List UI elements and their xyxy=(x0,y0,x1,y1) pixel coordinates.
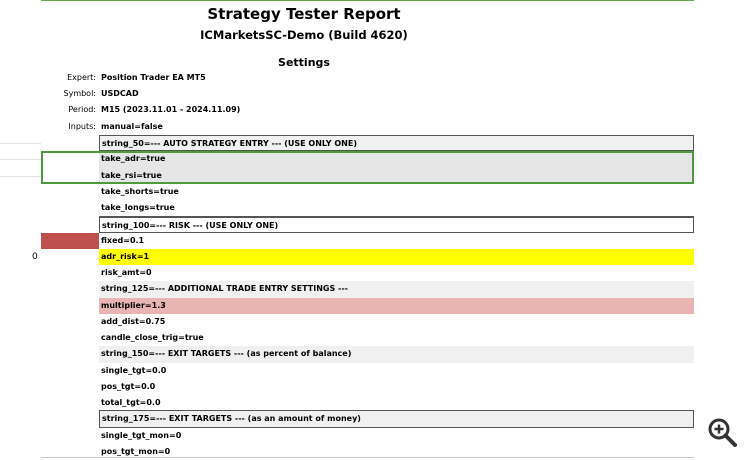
table-row: string_125=--- ADDITIONAL TRADE ENTRY SE… xyxy=(0,281,750,298)
table-row: fixed=0.1 xyxy=(0,232,750,249)
input-cell[interactable]: adr_risk=1 xyxy=(99,248,694,265)
table-row: single_tgt_mon=0 xyxy=(0,428,750,444)
table-row: add_dist=0.75 xyxy=(0,314,750,330)
table-row: pos_tgt=0.0 xyxy=(0,379,750,395)
input-cell[interactable]: string_50=--- AUTO STRATEGY ENTRY --- (U… xyxy=(99,135,694,152)
table-row: candle_close_trig=true xyxy=(0,330,750,346)
row-marker: 0 xyxy=(32,251,38,262)
gridline xyxy=(0,143,41,144)
gridline xyxy=(0,159,41,161)
info-key: Period: xyxy=(68,105,96,114)
input-cell[interactable]: string_100=--- RISK --- (USE ONLY ONE) xyxy=(99,216,694,233)
report-subtitle: ICMarketsSC-Demo (Build 4620) xyxy=(200,28,408,42)
input-cell[interactable]: multiplier=1.3 xyxy=(99,297,694,314)
input-cell[interactable]: candle_close_trig=true xyxy=(99,330,694,346)
input-cell[interactable]: take_longs=true xyxy=(99,200,694,216)
table-row: string_100=--- RISK --- (USE ONLY ONE) xyxy=(0,216,750,233)
top-border xyxy=(41,0,694,1)
table-row: single_tgt=0.0 xyxy=(0,363,750,379)
table-row: multiplier=1.3 xyxy=(0,297,750,314)
inputs-table: string_50=--- AUTO STRATEGY ENTRY --- (U… xyxy=(0,135,750,460)
highlight-marker xyxy=(41,232,99,249)
input-cell[interactable]: take_rsi=true xyxy=(99,167,694,184)
input-cell[interactable]: add_dist=0.75 xyxy=(99,314,694,330)
bottom-border xyxy=(41,457,694,458)
info-value: M15 (2023.11.01 - 2024.11.09) xyxy=(101,105,241,114)
info-key: Symbol: xyxy=(63,89,97,98)
table-row: total_tgt=0.0 xyxy=(0,395,750,412)
input-cell[interactable]: take_adr=true xyxy=(99,151,694,168)
report-title: Strategy Tester Report xyxy=(207,5,401,23)
section-heading: Settings xyxy=(278,56,330,69)
info-value: manual=false xyxy=(101,122,163,131)
input-cell[interactable]: fixed=0.1 xyxy=(99,233,694,249)
input-cell[interactable]: total_tgt=0.0 xyxy=(99,395,694,412)
info-key: Inputs: xyxy=(68,122,96,131)
table-row: string_175=--- EXIT TARGETS --- (as an a… xyxy=(0,411,750,428)
table-row: take_longs=true xyxy=(0,200,750,216)
table-row: string_150=--- EXIT TARGETS --- (as perc… xyxy=(0,346,750,363)
input-cell[interactable]: risk_amt=0 xyxy=(99,265,694,281)
gridline xyxy=(0,175,41,177)
table-row: string_50=--- AUTO STRATEGY ENTRY --- (U… xyxy=(0,135,750,152)
table-row: take_rsi=true xyxy=(0,167,750,184)
info-key: Expert: xyxy=(67,73,96,82)
input-cell[interactable]: pos_tgt=0.0 xyxy=(99,379,694,395)
zoom-in-icon[interactable] xyxy=(706,416,738,448)
input-cell[interactable]: single_tgt_mon=0 xyxy=(99,428,694,444)
input-cell[interactable]: take_shorts=true xyxy=(99,184,694,200)
table-row: take_adr=true xyxy=(0,151,750,168)
input-cell[interactable]: string_125=--- ADDITIONAL TRADE ENTRY SE… xyxy=(99,281,694,298)
input-cell[interactable]: single_tgt=0.0 xyxy=(99,363,694,379)
table-row: 0 adr_risk=1 xyxy=(0,248,750,265)
input-cell[interactable]: string_175=--- EXIT TARGETS --- (as an a… xyxy=(99,411,694,428)
input-cell[interactable]: string_150=--- EXIT TARGETS --- (as perc… xyxy=(99,346,694,363)
table-row: risk_amt=0 xyxy=(0,265,750,281)
info-value: USDCAD xyxy=(101,89,139,98)
info-value: Position Trader EA MT5 xyxy=(101,73,206,82)
table-row: take_shorts=true xyxy=(0,184,750,200)
